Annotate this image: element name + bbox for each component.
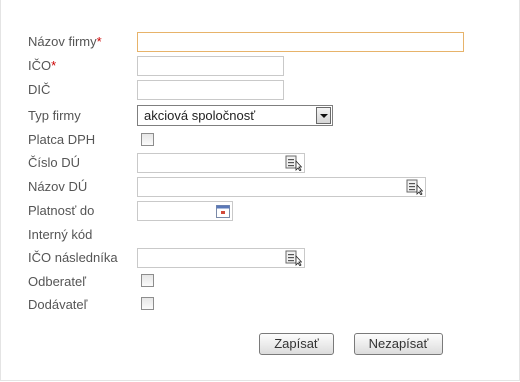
dic-input[interactable] (137, 80, 284, 100)
lookup-icon[interactable] (285, 155, 302, 171)
form-panel: Názov firmy* IČO* DIČ Typ firmy akciová … (0, 0, 520, 381)
valid-until-input[interactable] (137, 201, 233, 221)
lookup-icon[interactable] (285, 250, 302, 266)
customer-label: Odberateľ (28, 274, 86, 289)
successor-ico-input[interactable] (137, 248, 305, 268)
company-name-label: Názov firmy* (28, 34, 102, 49)
required-mark: * (96, 34, 102, 49)
valid-until-label: Platnosť do (28, 203, 95, 218)
ico-input[interactable] (137, 56, 284, 76)
company-type-label: Typ firmy (28, 108, 81, 123)
company-type-select[interactable]: akciová spoločnosť (137, 105, 333, 126)
company-name-input[interactable] (137, 32, 464, 52)
vat-payer-checkbox[interactable] (141, 133, 154, 146)
tax-office-number-input[interactable] (137, 153, 305, 173)
required-mark: * (51, 58, 57, 73)
calendar-icon[interactable] (216, 204, 230, 218)
supplier-checkbox[interactable] (141, 297, 154, 310)
successor-ico-label: IČO následníka (28, 250, 118, 265)
dic-label: DIČ (28, 82, 51, 97)
company-type-value: akciová spoločnosť (144, 108, 256, 123)
chevron-down-icon[interactable] (316, 107, 331, 124)
tax-office-number-label: Číslo DÚ (28, 155, 81, 170)
tax-office-name-input[interactable] (137, 177, 426, 197)
ico-label: IČO* (28, 58, 57, 73)
customer-checkbox[interactable] (141, 274, 154, 287)
internal-code-label: Interný kód (28, 227, 93, 242)
lookup-icon[interactable] (406, 179, 423, 195)
supplier-label: Dodávateľ (28, 297, 88, 312)
vat-payer-label: Platca DPH (28, 132, 96, 147)
tax-office-name-label: Názov DÚ (28, 179, 88, 194)
cancel-button[interactable]: Nezapísať (354, 333, 443, 355)
save-button[interactable]: Zapísať (259, 333, 334, 355)
